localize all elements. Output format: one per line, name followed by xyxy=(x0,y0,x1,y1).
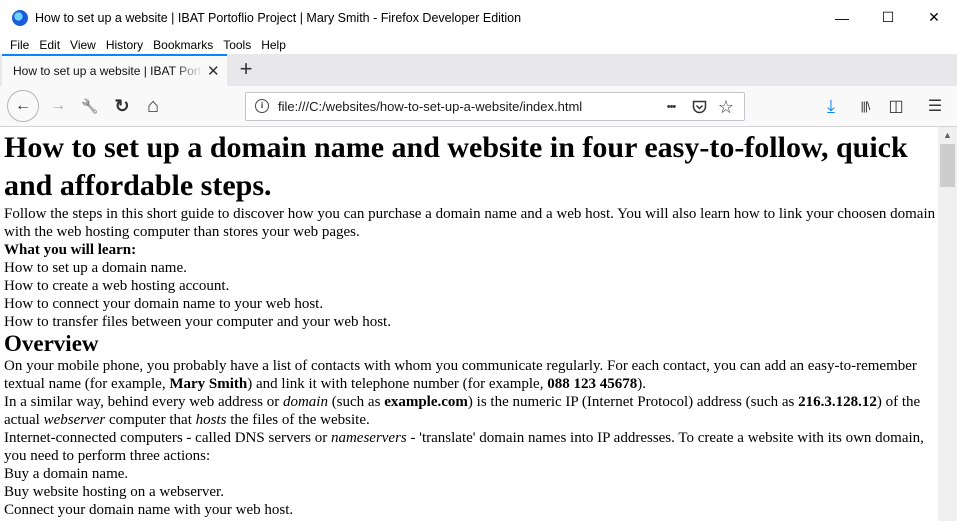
overview-heading: Overview xyxy=(4,331,99,356)
example-phone: 088 123 45678 xyxy=(547,376,638,392)
example-domain: example.com xyxy=(384,394,468,410)
home-button[interactable]: ⌂ xyxy=(139,92,167,120)
menu-tools[interactable]: Tools xyxy=(218,38,256,52)
close-window-button[interactable]: ✕ xyxy=(911,0,957,35)
back-arrow-icon: ← xyxy=(15,97,31,114)
overview-paragraph-2: In a similar way, behind every web addre… xyxy=(4,393,938,429)
library-icon: |||\ xyxy=(860,99,871,113)
library-button[interactable]: |||\ xyxy=(851,92,879,120)
term-webserver: webserver xyxy=(43,412,106,428)
overview-paragraph-3: Internet-connected computers - called DN… xyxy=(4,429,938,465)
home-icon: ⌂ xyxy=(146,94,160,117)
tab-label: How to set up a website | IBAT Portoflio… xyxy=(13,64,203,78)
text-run: ). xyxy=(637,376,646,392)
forward-button[interactable]: → xyxy=(44,92,72,120)
page-content: How to set up a domain name and website … xyxy=(0,127,938,521)
hamburger-icon: ☰ xyxy=(927,98,943,115)
text-run: computer that xyxy=(105,412,196,428)
pocket-icon[interactable] xyxy=(688,97,710,117)
sidebar-icon: ◫ xyxy=(888,98,904,115)
tab-bar: How to set up a website | IBAT Portoflio… xyxy=(0,54,957,86)
text-run: Internet-connected computers - called DN… xyxy=(4,430,331,446)
overview-paragraph-1: On your mobile phone, you probably have … xyxy=(4,357,938,393)
window-title: How to set up a website | IBAT Portoflio… xyxy=(35,10,522,25)
download-icon: ⤓ xyxy=(827,95,835,116)
info-icon[interactable]: i xyxy=(255,99,269,113)
term-nameservers: nameservers xyxy=(330,430,407,446)
open-menu-button[interactable]: ☰ xyxy=(921,92,949,120)
learn-heading: What you will learn: xyxy=(4,241,938,259)
new-tab-button[interactable]: + xyxy=(234,58,258,82)
url-bar[interactable]: i file:///C:/websites/how-to-set-up-a-we… xyxy=(245,92,745,121)
reload-button[interactable]: ↻ xyxy=(108,92,136,120)
intro-paragraph: Follow the steps in this short guide to … xyxy=(4,206,936,240)
tab-close-icon[interactable]: ✕ xyxy=(207,62,220,80)
text-run: ) is the numeric IP (Internet Protocol) … xyxy=(467,394,799,410)
action-item: Buy website hosting on a webserver. xyxy=(4,484,224,500)
learn-item: How to set up a domain name. xyxy=(4,260,187,276)
example-name: Mary Smith xyxy=(169,376,248,392)
back-button[interactable]: ← xyxy=(7,90,39,122)
scroll-thumb[interactable] xyxy=(940,144,955,187)
downloads-button[interactable]: ⤓ xyxy=(817,92,845,120)
tab-active[interactable]: How to set up a website | IBAT Portoflio… xyxy=(2,54,227,86)
term-hosts: hosts xyxy=(195,412,227,428)
term-domain: domain xyxy=(282,394,328,410)
forward-arrow-icon: → xyxy=(50,97,66,114)
bookmark-star-icon[interactable]: ☆ xyxy=(715,97,737,117)
wrench-icon: 🔧 xyxy=(81,97,99,114)
menu-file[interactable]: File xyxy=(0,38,34,52)
menu-edit[interactable]: Edit xyxy=(34,38,65,52)
learn-item: How to transfer files between your compu… xyxy=(4,314,391,330)
vertical-scrollbar[interactable]: ▲ xyxy=(938,127,957,521)
text-run: the files of the website. xyxy=(226,412,370,428)
window-controls: — ☐ ✕ xyxy=(819,0,957,35)
navigation-toolbar: ← → 🔧 ↻ ⌂ i file:///C:/websites/how-to-s… xyxy=(0,86,957,127)
sidebar-button[interactable]: ◫ xyxy=(882,92,910,120)
learn-item: How to connect your domain name to your … xyxy=(4,296,324,312)
menu-history[interactable]: History xyxy=(101,38,148,52)
developer-tools-button[interactable]: 🔧 xyxy=(76,92,104,120)
text-run: ) and link it with telephone number (for… xyxy=(247,376,548,392)
menu-bar: File Edit View History Bookmarks Tools H… xyxy=(0,35,957,54)
scroll-up-arrow-icon[interactable]: ▲ xyxy=(938,127,957,144)
menu-bookmarks[interactable]: Bookmarks xyxy=(148,38,218,52)
firefox-logo-icon xyxy=(12,9,28,26)
menu-help[interactable]: Help xyxy=(256,38,291,52)
learn-item: How to create a web hosting account. xyxy=(4,278,230,294)
text-run: (such as xyxy=(327,394,385,410)
page-title: How to set up a domain name and website … xyxy=(4,131,908,202)
example-ip: 216.3.128.12 xyxy=(798,394,877,410)
action-item: Buy a domain name. xyxy=(4,466,129,482)
reload-icon: ↻ xyxy=(114,95,130,116)
maximize-button[interactable]: ☐ xyxy=(865,0,911,35)
menu-view[interactable]: View xyxy=(65,38,101,52)
learn-heading-text: What you will learn: xyxy=(4,242,137,258)
text-run: In a similar way, behind every web addre… xyxy=(4,394,283,410)
action-item: Connect your domain name with your web h… xyxy=(4,502,294,518)
minimize-button[interactable]: — xyxy=(819,0,865,35)
window-titlebar: How to set up a website | IBAT Portoflio… xyxy=(0,0,957,35)
url-text[interactable]: file:///C:/websites/how-to-set-up-a-webs… xyxy=(278,99,582,114)
page-actions-icon[interactable]: ••• xyxy=(660,97,682,117)
